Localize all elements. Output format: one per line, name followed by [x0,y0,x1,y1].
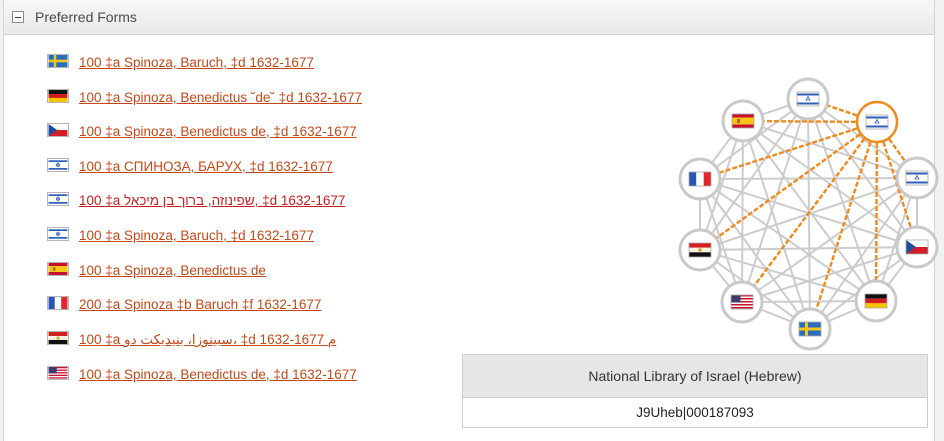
graph-node-sweden[interactable] [788,307,832,351]
spain-flag-icon [731,113,755,129]
sweden-flag-icon [47,54,69,68]
preferred-forms-panel: Preferred Forms 100 ‡a Spinoza, Baruch, … [3,0,939,441]
library-name: National Library of Israel (Hebrew) [463,355,927,398]
germany-flag-icon [47,89,69,103]
section-header[interactable]: Preferred Forms [4,0,934,35]
graph-node-usa[interactable] [720,280,764,324]
graph-node-germany[interactable] [854,279,898,323]
egypt-flag-icon [688,242,712,258]
form-link[interactable]: 100 ‡a שפינוזה, ברוך בן מיכאל, ‡d 1632-1… [79,193,345,208]
czech-flag-icon [905,239,929,255]
france-flag-icon [47,296,69,310]
form-link[interactable]: 200 ‡a Spinoza ‡b Baruch ‡f 1632-1677 [79,297,321,312]
graph-node-israel[interactable] [895,156,939,200]
france-flag-icon [688,171,712,187]
israel-flag-icon [47,227,69,241]
form-link[interactable]: 100 ‡a Spinoza, Baruch, ‡d 1632-1677 [79,228,314,243]
israel-flag-icon [905,170,929,186]
collapse-toggle-icon[interactable] [12,11,24,23]
usa-flag-icon [730,294,754,310]
graph-node-france[interactable] [678,157,722,201]
form-link[interactable]: 100 ‡a Spinoza, Benedictus de, ‡d 1632-1… [79,367,357,382]
israel-flag-icon [796,91,820,107]
germany-flag-icon [864,293,888,309]
egypt-flag-icon [47,331,69,345]
form-link[interactable]: 100 ‡a СПИНОЗА, БАРУХ, ‡d 1632-1677 [79,159,333,174]
israel-flag-icon [47,192,69,206]
form-link[interactable]: 100 ‡a Spinoza, Benedictus ˘de˘ ‡d 1632-… [79,90,362,105]
form-link[interactable]: 100 ‡a Spinoza, Benedictus de [79,263,266,278]
graph-edge [741,120,744,303]
spain-flag-icon [47,262,69,276]
graph-edge [699,177,918,180]
sweden-flag-icon [798,321,822,337]
israel-flag-icon [865,114,889,130]
usa-flag-icon [47,366,69,380]
form-link[interactable]: 100 ‡a Spinoza, Benedictus de, ‡d 1632-1… [79,124,357,139]
library-info-box: National Library of Israel (Hebrew) J9Uh… [462,354,928,428]
graph-node-czech[interactable] [895,225,939,269]
form-link[interactable]: 100 ‡a Spinoza, Baruch, ‡d 1632-1677 [79,55,314,70]
czech-flag-icon [47,123,69,137]
record-id: J9Uheb|000187093 [636,405,754,420]
section-title: Preferred Forms [35,9,137,25]
graph-node-israel[interactable] [786,77,830,121]
form-link[interactable]: 100 ‡a سبينوزا، بنيديكت دو، ‡d 1632-1677… [79,332,336,348]
graph-node-spain[interactable] [721,99,765,143]
graph-edge-highlighted [699,121,878,251]
graph-node-israel[interactable] [855,100,899,144]
graph-node-egypt[interactable] [678,228,722,272]
israel-flag-icon [47,158,69,172]
cluster-graph [678,77,939,351]
